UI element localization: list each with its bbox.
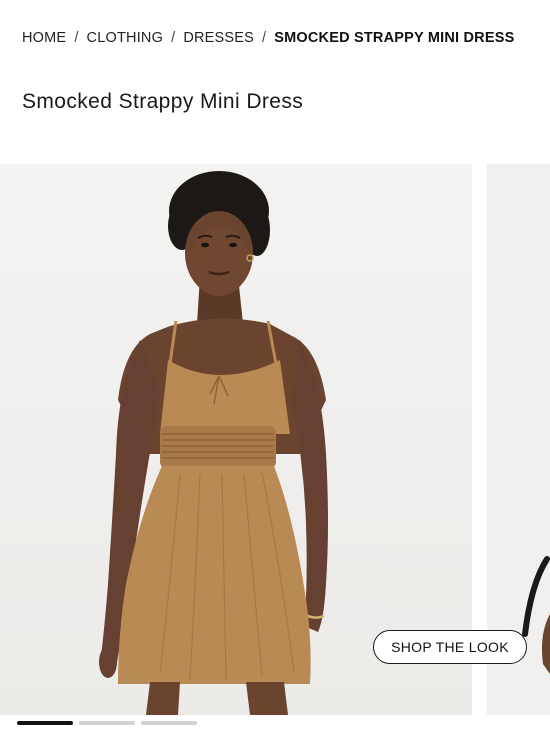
carousel-indicator-2[interactable] <box>79 721 135 725</box>
breadcrumb-current: SMOCKED STRAPPY MINI DRESS <box>274 30 515 46</box>
breadcrumb-dresses[interactable]: DRESSES <box>183 30 254 46</box>
shop-the-look-button[interactable]: SHOP THE LOOK <box>373 630 527 664</box>
breadcrumb-separator: / <box>74 30 79 46</box>
breadcrumb-separator: / <box>262 30 267 46</box>
breadcrumb-clothing[interactable]: CLOTHING <box>87 30 164 46</box>
breadcrumb-home[interactable]: HOME <box>22 30 66 46</box>
carousel-indicators <box>17 721 197 725</box>
carousel-indicator-3[interactable] <box>141 721 197 725</box>
breadcrumb-separator: / <box>171 30 176 46</box>
carousel-indicator-1[interactable] <box>17 721 73 725</box>
product-title: Smocked Strappy Mini Dress <box>22 90 304 113</box>
breadcrumb: HOME / CLOTHING / DRESSES / SMOCKED STRA… <box>22 30 514 46</box>
